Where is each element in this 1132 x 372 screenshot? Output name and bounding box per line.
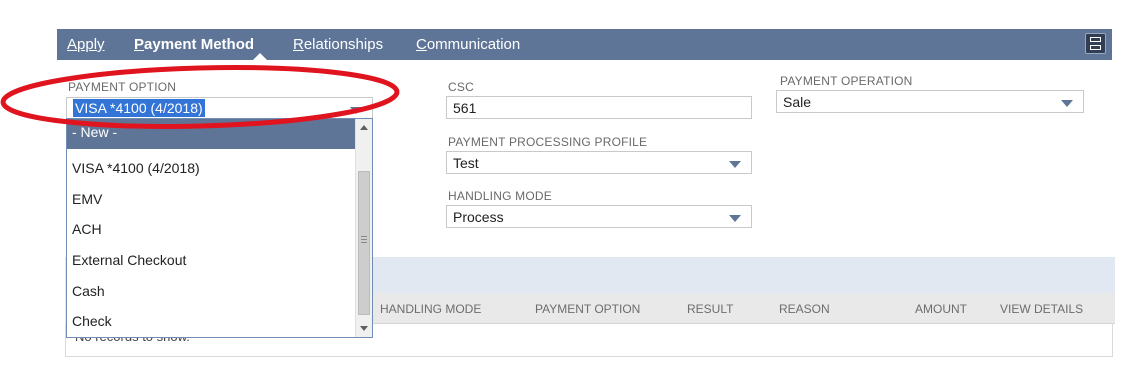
caret-down-icon	[729, 161, 741, 168]
dropdown-option[interactable]: Check	[67, 306, 355, 337]
payment-operation-label: PAYMENT OPERATION	[780, 74, 913, 88]
tab-label: ommunication	[426, 36, 521, 53]
scroll-down-icon[interactable]	[360, 326, 368, 331]
col-result[interactable]: RESULT	[687, 302, 733, 316]
dropdown-scrollbar[interactable]	[355, 119, 372, 337]
dropdown-option[interactable]: ACH	[67, 214, 355, 245]
col-amount[interactable]: AMOUNT	[915, 302, 967, 316]
dropdown-option[interactable]: EMV	[67, 184, 355, 215]
payment-processing-profile-value: Test	[453, 155, 479, 171]
caret-down-icon	[350, 107, 362, 114]
tab-label: ayment Method	[144, 36, 255, 53]
tab-payment-method[interactable]: Payment Method	[134, 36, 254, 53]
scrollbar-thumb[interactable]	[358, 171, 370, 315]
tab-label: pply	[77, 36, 105, 53]
payment-option-select[interactable]: VISA *4100 (4/2018)	[66, 97, 373, 120]
handling-mode-value: Process	[453, 209, 504, 225]
dropdown-option[interactable]: External Checkout	[67, 245, 355, 276]
csc-label: CSC	[448, 80, 474, 94]
dropdown-option[interactable]: Cash	[67, 276, 355, 307]
dropdown-option[interactable]: VISA *4100 (4/2018)	[67, 153, 355, 184]
payment-operation-select[interactable]: Sale	[776, 90, 1084, 113]
payment-processing-profile-label: PAYMENT PROCESSING PROFILE	[448, 135, 648, 149]
active-tab-indicator	[253, 53, 267, 60]
col-reason[interactable]: REASON	[779, 302, 830, 316]
subtab-bar: Apply Payment Method Relationships Commu…	[57, 29, 1112, 60]
handling-mode-label: HANDLING MODE	[448, 189, 552, 203]
scroll-up-icon[interactable]	[360, 125, 368, 130]
caret-down-icon	[1061, 100, 1073, 107]
tab-accel: A	[67, 36, 78, 53]
col-handling-mode[interactable]: HANDLING MODE	[380, 302, 481, 316]
caret-down-icon	[729, 215, 741, 222]
tab-accel: P	[134, 36, 145, 53]
tab-accel: R	[293, 36, 304, 53]
payment-operation-value: Sale	[783, 94, 812, 110]
payment-option-label: PAYMENT OPTION	[68, 80, 177, 94]
handling-mode-select[interactable]: Process	[446, 205, 752, 228]
tab-label: elationships	[303, 36, 384, 53]
tab-accel: C	[416, 36, 427, 53]
csc-input[interactable]: 561	[446, 96, 752, 119]
col-payment-option[interactable]: PAYMENT OPTION	[535, 302, 640, 316]
tab-communication[interactable]: Communication	[416, 36, 520, 53]
col-view-details[interactable]: VIEW DETAILS	[1000, 302, 1083, 316]
tab-relationships[interactable]: Relationships	[293, 36, 383, 53]
payment-processing-profile-select[interactable]: Test	[446, 151, 752, 174]
dropdown-option[interactable]: - New -	[67, 119, 355, 149]
tab-apply[interactable]: Apply	[67, 36, 105, 53]
payment-option-value: VISA *4100 (4/2018)	[73, 99, 205, 117]
payment-option-dropdown-list: - New - VISA *4100 (4/2018) EMV ACH Exte…	[66, 118, 373, 338]
list-view-icon[interactable]	[1085, 33, 1106, 54]
